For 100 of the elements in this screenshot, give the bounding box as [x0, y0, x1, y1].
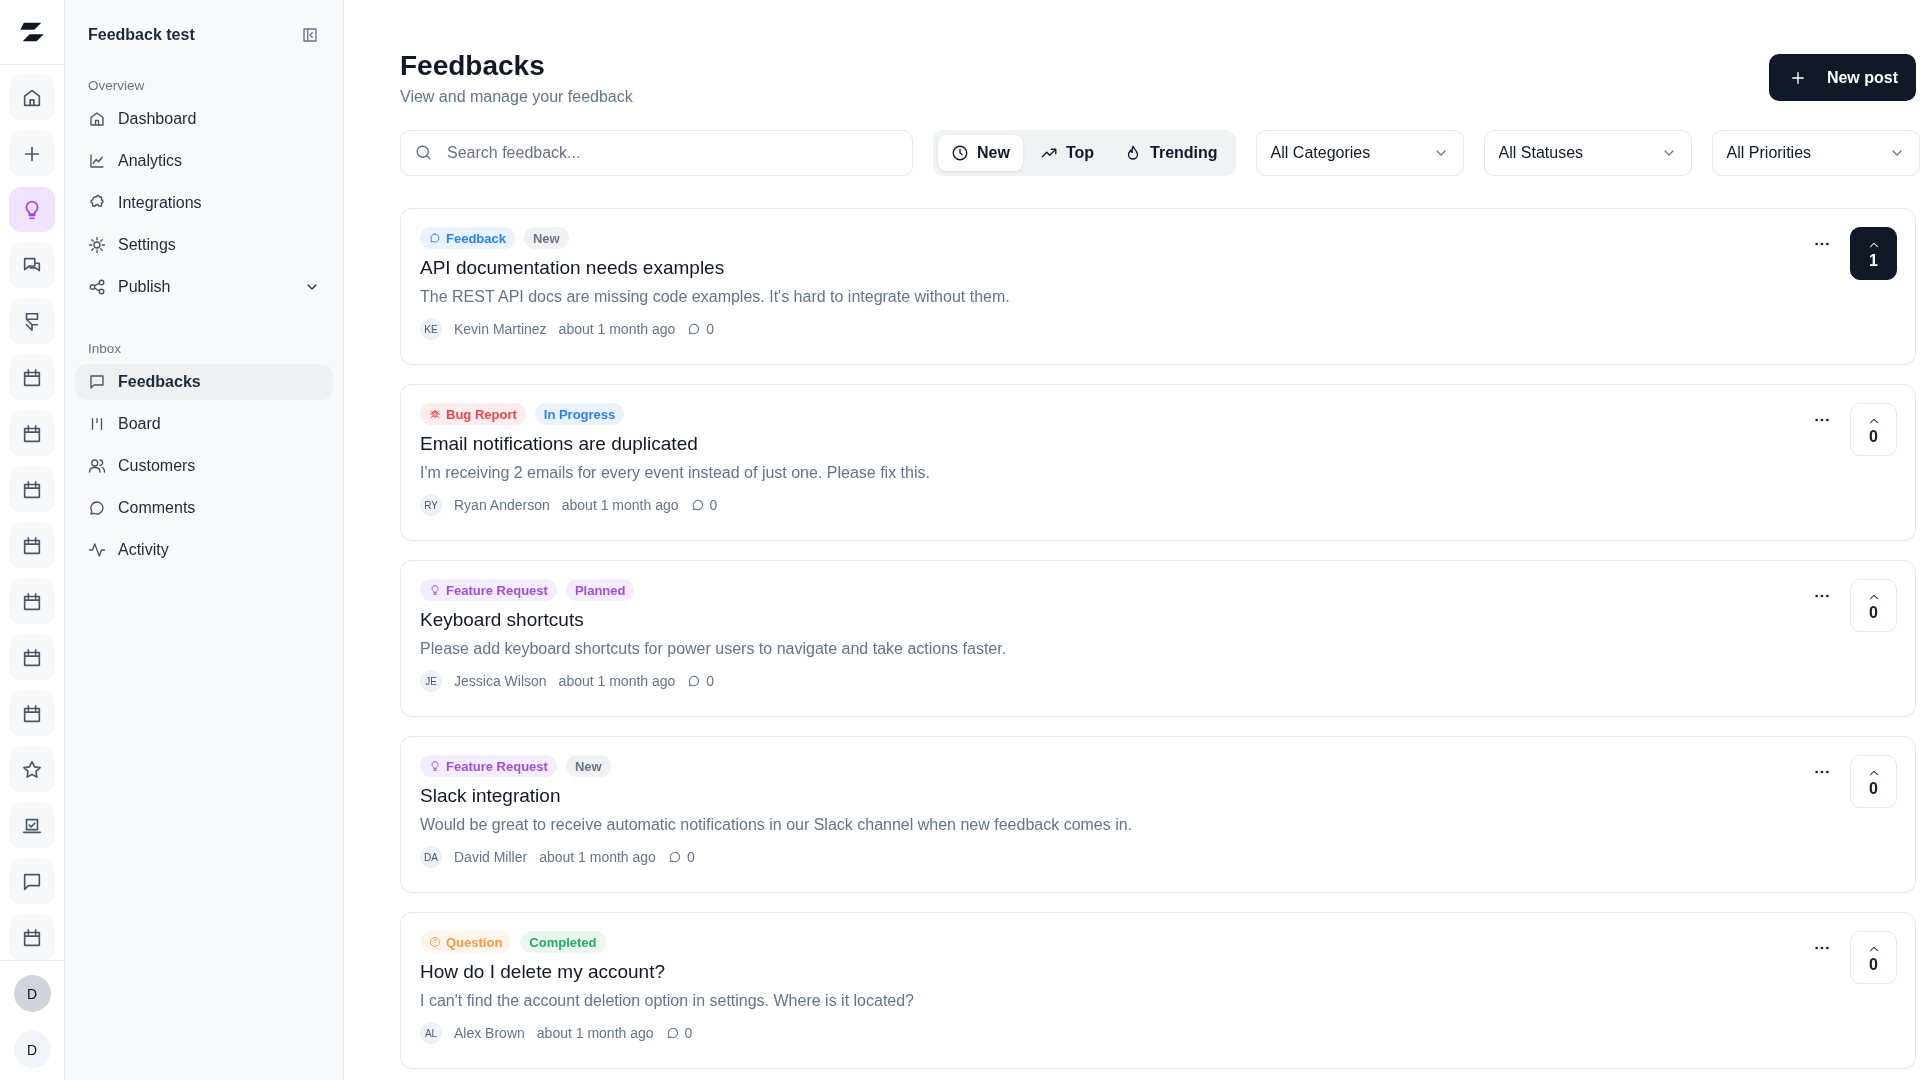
comment-icon: [665, 1026, 680, 1040]
sidebar-item[interactable]: Comments: [75, 490, 333, 526]
rail-button[interactable]: [9, 467, 55, 512]
comment-count: 0: [687, 673, 715, 689]
filter-dropdown[interactable]: All Statuses: [1483, 130, 1692, 176]
post-description: I can't find the account deletion option in settings. Where is it located?: [420, 992, 915, 1010]
rail-button[interactable]: [9, 579, 55, 624]
upvote-button[interactable]: 0: [1850, 755, 1897, 808]
sidebar-item[interactable]: Publish: [75, 269, 333, 305]
post-title: API documentation needs examples: [420, 257, 726, 279]
filter-dropdown[interactable]: All Categories: [1255, 130, 1464, 176]
more-icon[interactable]: [1814, 241, 1830, 247]
section-heading: Inbox: [87, 340, 123, 358]
feedback-card[interactable]: Question Completed How do I delete my account? I can't find the account deletion option in settings. Where is it located? AL Alex Brown about 1 month ago 0 0: [400, 912, 1916, 1069]
author-avatar: RY: [420, 494, 442, 516]
user-avatar[interactable]: D: [13, 975, 51, 1012]
sort-tab[interactable]: New: [938, 135, 1023, 171]
author-name: Ryan Anderson: [454, 497, 550, 513]
upvote-button[interactable]: 0: [1850, 931, 1897, 984]
upvote-button[interactable]: 0: [1850, 403, 1897, 456]
author-avatar: DA: [420, 846, 442, 868]
rail-button[interactable]: [9, 187, 55, 232]
message-icon: [88, 373, 106, 391]
status-tag: New: [524, 227, 569, 249]
rail-button[interactable]: [9, 859, 55, 904]
users-icon: [88, 457, 106, 475]
star-icon: [21, 758, 43, 781]
workspace-title: Feedback test: [88, 26, 195, 44]
feedback-card[interactable]: Feature Request Planned Keyboard shortcuts Please add keyboard shortcuts for power users to navigate and take actions faster. JE Jessica Wilson about 1 month ago 0 0: [400, 560, 1916, 717]
sidebar-item[interactable]: Integrations: [75, 185, 333, 221]
question-icon: [429, 936, 441, 948]
sidebar-item[interactable]: Analytics: [75, 143, 333, 179]
section-heading: Overview: [87, 77, 146, 95]
user-avatar[interactable]: D: [13, 1031, 51, 1068]
post-time: about 1 month ago: [558, 321, 676, 337]
feedback-card[interactable]: Feedback New API documentation needs examples The REST API docs are missing code examples. It's hard to integrate without them. KE Kevin Martinez about 1 month ago 0 1: [400, 208, 1916, 365]
feature-icon: [429, 760, 441, 772]
status-tag: Completed: [520, 931, 606, 953]
author-name: Kevin Martinez: [454, 321, 547, 337]
author-name: Alex Brown: [454, 1025, 525, 1041]
rail-button[interactable]: [9, 75, 55, 120]
calendar-icon: [21, 926, 43, 949]
collapse-sidebar-icon[interactable]: [301, 26, 319, 44]
post-description: Would be great to receive automatic notifications in our Slack channel when new feedback comes in.: [420, 816, 1134, 834]
rail-button[interactable]: [9, 803, 55, 848]
rail-button[interactable]: [9, 523, 55, 568]
rail-button[interactable]: [9, 243, 55, 288]
sort-tab[interactable]: Top: [1026, 135, 1108, 171]
post-time: about 1 month ago: [536, 1025, 654, 1041]
filter-dropdown[interactable]: All Priorities: [1711, 130, 1920, 176]
more-icon[interactable]: [1814, 945, 1830, 951]
sidebar-item[interactable]: Dashboard: [75, 101, 333, 137]
calendar-icon: [21, 478, 43, 501]
author-avatar: AL: [420, 1022, 442, 1044]
calendar-icon: [21, 590, 43, 613]
bubble-icon: [88, 499, 106, 517]
clock-icon: [951, 144, 969, 162]
rail-button[interactable]: [9, 299, 55, 344]
post-title: Slack integration: [420, 785, 562, 807]
sidebar-item[interactable]: Activity: [75, 532, 333, 568]
comment-icon: [690, 498, 705, 512]
sidebar-item[interactable]: Board: [75, 406, 333, 442]
upvote-button[interactable]: 1: [1850, 227, 1897, 280]
post-time: about 1 month ago: [558, 673, 676, 689]
rail-button[interactable]: [9, 635, 55, 680]
comment-count: 0: [690, 497, 718, 513]
rail-button[interactable]: [9, 131, 55, 176]
sidebar-item[interactable]: Customers: [75, 448, 333, 484]
rail-button[interactable]: [9, 411, 55, 456]
feedback-card[interactable]: Bug Report In Progress Email notifications are duplicated I'm receiving 2 emails for every event instead of just one. Please fix this. RY Ryan Anderson about 1 month ago 0 0: [400, 384, 1916, 541]
category-tag: Feedback: [420, 227, 515, 249]
sort-tab[interactable]: Trending: [1111, 135, 1231, 171]
post-title: Keyboard shortcuts: [420, 609, 585, 631]
more-icon[interactable]: [1814, 417, 1830, 423]
search-field[interactable]: Search feedback...: [400, 130, 913, 176]
calendar-icon: [21, 702, 43, 725]
rail-button[interactable]: [9, 691, 55, 736]
page-subtitle: View and manage your feedback: [400, 88, 633, 106]
feature-icon: [429, 584, 441, 596]
more-icon[interactable]: [1814, 769, 1830, 775]
category-tag: Feature Request: [420, 579, 557, 601]
rail-button[interactable]: [9, 747, 55, 792]
author-name: David Miller: [454, 849, 528, 865]
rail-button[interactable]: [9, 355, 55, 400]
search-icon: [414, 143, 433, 162]
more-icon[interactable]: [1814, 593, 1830, 599]
status-tag: In Progress: [534, 403, 625, 425]
post-description: I'm receiving 2 emails for every event instead of just one. Please fix this.: [420, 464, 931, 482]
comment-icon: [667, 850, 682, 864]
category-tag: Bug Report: [420, 403, 526, 425]
rail-button[interactable]: [9, 915, 55, 960]
sidebar-item[interactable]: Settings: [75, 227, 333, 263]
sidebar-item[interactable]: Feedbacks: [75, 364, 333, 400]
feedback-card[interactable]: Feature Request New Slack integration Would be great to receive automatic notifications in our Slack channel when new feedback comes in. DA David Miller about 1 month ago 0 0: [400, 736, 1916, 893]
category-tag: Question: [420, 931, 512, 953]
upvote-button[interactable]: 0: [1850, 579, 1897, 632]
home-icon: [88, 110, 106, 128]
status-tag: Planned: [565, 579, 635, 601]
page-title: Feedbacks: [400, 50, 546, 82]
new-post-button[interactable]: New post: [1768, 54, 1916, 101]
